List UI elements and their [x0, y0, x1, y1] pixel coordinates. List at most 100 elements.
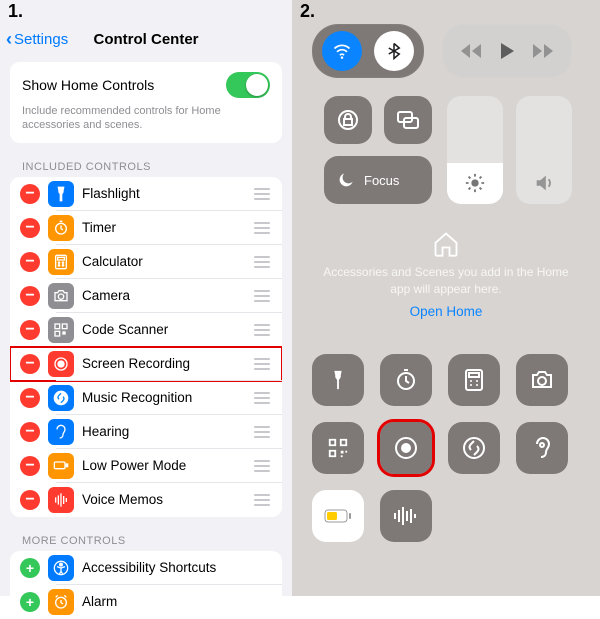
camera-icon	[48, 283, 74, 309]
page-title: Control Center	[0, 31, 292, 48]
reorder-handle[interactable]	[252, 392, 272, 404]
camera-icon	[530, 370, 554, 390]
row-label: Voice Memos	[82, 492, 244, 507]
list-row[interactable]: − Screen Recording	[10, 347, 282, 381]
list-row[interactable]: − Camera	[10, 279, 282, 313]
step-2-label: 2.	[300, 1, 315, 22]
qrcode-icon	[48, 317, 74, 343]
reorder-handle[interactable]	[252, 426, 272, 438]
cc-flashlight-button[interactable]	[312, 354, 364, 406]
record-icon	[393, 435, 419, 461]
list-row[interactable]: − Calculator	[10, 245, 282, 279]
ear-icon	[532, 436, 552, 460]
row-label: Alarm	[82, 594, 272, 609]
focus-label: Focus	[364, 173, 399, 188]
battery-icon	[48, 453, 74, 479]
list-row[interactable]: + Accessibility Shortcuts	[10, 551, 282, 585]
list-row[interactable]: − Music Recognition	[10, 381, 282, 415]
remove-button[interactable]: −	[20, 388, 40, 408]
rotation-lock-button[interactable]	[324, 96, 372, 144]
calculator-icon	[48, 249, 74, 275]
timer-icon	[394, 368, 418, 392]
row-label: Hearing	[82, 424, 244, 439]
row-label: Low Power Mode	[82, 458, 244, 473]
remove-button[interactable]: −	[20, 252, 40, 272]
show-home-hint: Include recommended controls for Home ac…	[22, 104, 270, 133]
qrcode-icon	[327, 437, 349, 459]
waveform-icon	[48, 487, 74, 513]
connectivity-group[interactable]	[312, 24, 424, 78]
bluetooth-button[interactable]	[374, 31, 414, 71]
reorder-handle[interactable]	[252, 460, 272, 472]
ear-icon	[48, 419, 74, 445]
alarm-icon	[48, 589, 74, 615]
remove-button[interactable]: −	[20, 184, 40, 204]
reorder-handle[interactable]	[252, 358, 272, 370]
reorder-handle[interactable]	[252, 324, 272, 336]
open-home-link[interactable]: Open Home	[314, 304, 578, 319]
wifi-button[interactable]	[322, 31, 362, 71]
timer-icon	[48, 215, 74, 241]
cc-code-scanner-button[interactable]	[312, 422, 364, 474]
focus-button[interactable]: Focus	[324, 156, 432, 204]
cc-shazam-button[interactable]	[448, 422, 500, 474]
flashlight-icon	[327, 369, 349, 391]
row-label: Timer	[82, 220, 244, 235]
speaker-icon	[533, 172, 555, 194]
list-row[interactable]: + Alarm	[10, 585, 282, 619]
battery-icon	[324, 508, 352, 524]
play-icon[interactable]	[499, 42, 515, 60]
remove-button[interactable]: −	[20, 490, 40, 510]
list-row[interactable]: − Flashlight	[10, 177, 282, 211]
remove-button[interactable]: −	[20, 286, 40, 306]
add-button[interactable]: +	[20, 592, 40, 612]
included-controls-list: − Flashlight − Timer − Calculator − Came…	[10, 177, 282, 517]
list-row[interactable]: − Code Scanner	[10, 313, 282, 347]
cc-low-power-button[interactable]	[312, 490, 364, 542]
rewind-icon[interactable]	[459, 42, 483, 60]
more-controls-list: + Accessibility Shortcuts + Alarm	[10, 551, 282, 619]
cc-camera-button[interactable]	[516, 354, 568, 406]
remove-button[interactable]: −	[20, 320, 40, 340]
row-label: Screen Recording	[82, 356, 244, 371]
screen-mirror-button[interactable]	[384, 96, 432, 144]
remove-button[interactable]: −	[20, 218, 40, 238]
row-label: Code Scanner	[82, 322, 244, 337]
settings-panel: ‹ Settings Control Center Show Home Cont…	[0, 0, 292, 596]
row-label: Flashlight	[82, 186, 244, 201]
cc-screen-recording-button[interactable]	[380, 422, 432, 474]
shazam-icon	[48, 385, 74, 411]
sun-icon	[464, 172, 486, 194]
brightness-slider[interactable]	[447, 96, 503, 204]
volume-slider[interactable]	[516, 96, 572, 204]
media-group[interactable]	[442, 24, 572, 78]
reorder-handle[interactable]	[252, 188, 272, 200]
show-home-card: Show Home Controls Include recommended c…	[10, 62, 282, 143]
add-button[interactable]: +	[20, 558, 40, 578]
remove-button[interactable]: −	[20, 456, 40, 476]
list-row[interactable]: − Timer	[10, 211, 282, 245]
reorder-handle[interactable]	[252, 256, 272, 268]
included-section-header: INCLUDED CONTROLS	[22, 161, 292, 173]
cc-timer-button[interactable]	[380, 354, 432, 406]
nav-header: ‹ Settings Control Center	[0, 24, 292, 54]
row-label: Camera	[82, 288, 244, 303]
step-1-label: 1.	[8, 1, 23, 22]
accessibility-icon	[48, 555, 74, 581]
remove-button[interactable]: −	[20, 354, 40, 374]
cc-hearing-button[interactable]	[516, 422, 568, 474]
reorder-handle[interactable]	[252, 290, 272, 302]
moon-icon	[336, 170, 356, 190]
cc-calculator-button[interactable]	[448, 354, 500, 406]
reorder-handle[interactable]	[252, 222, 272, 234]
forward-icon[interactable]	[531, 42, 555, 60]
show-home-label: Show Home Controls	[22, 77, 154, 93]
list-row[interactable]: − Voice Memos	[10, 483, 282, 517]
show-home-toggle[interactable]	[226, 72, 270, 98]
remove-button[interactable]: −	[20, 422, 40, 442]
cc-voice-memos-button[interactable]	[380, 490, 432, 542]
reorder-handle[interactable]	[252, 494, 272, 506]
list-row[interactable]: − Hearing	[10, 415, 282, 449]
more-section-header: MORE CONTROLS	[22, 535, 292, 547]
list-row[interactable]: − Low Power Mode	[10, 449, 282, 483]
